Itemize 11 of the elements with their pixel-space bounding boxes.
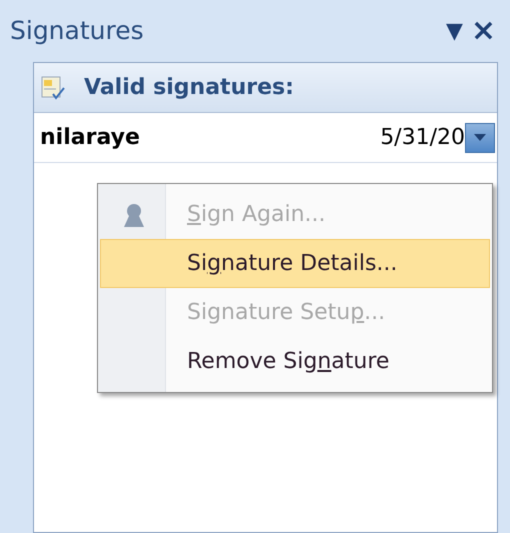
signature-document-icon [40,74,66,100]
signer-name: nilaraye [40,124,141,152]
pane-options-button[interactable]: ▼ [442,14,467,48]
caret-icon [474,134,486,141]
section-heading: Valid signatures: [84,74,294,102]
pane-title: Signatures [10,15,145,48]
close-button[interactable]: × [466,16,500,46]
menu-item[interactable]: Remove Signature [100,337,490,386]
signature-date: 5/31/20 [380,124,465,152]
dropdown-button[interactable] [465,122,495,152]
menu-item[interactable]: Signature Details... [100,239,490,288]
